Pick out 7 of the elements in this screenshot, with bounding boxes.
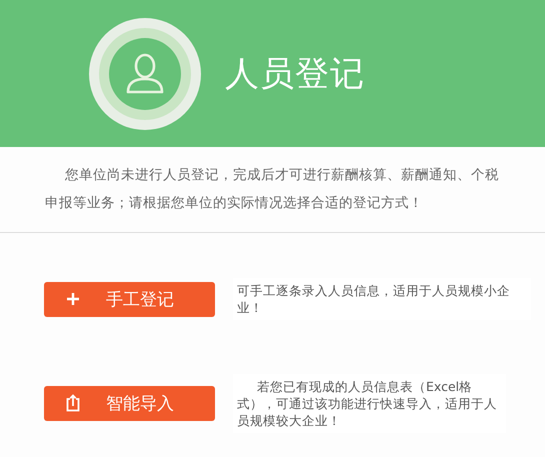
plus-icon [66,290,80,308]
import-button[interactable]: 智能导入 [44,386,215,420]
add-button[interactable]: 手工登记 [44,282,215,316]
upload-icon [66,394,80,412]
page-title: 人员登记 [225,52,365,96]
notice-text: 您单位尚未进行人员登记，完成后才可进行薪酬核算、薪酬通知、个税申报等业务；请根据您单位的实际情况选择合适的登记方式！ [44,166,500,213]
user-avatar-icon [89,18,201,130]
